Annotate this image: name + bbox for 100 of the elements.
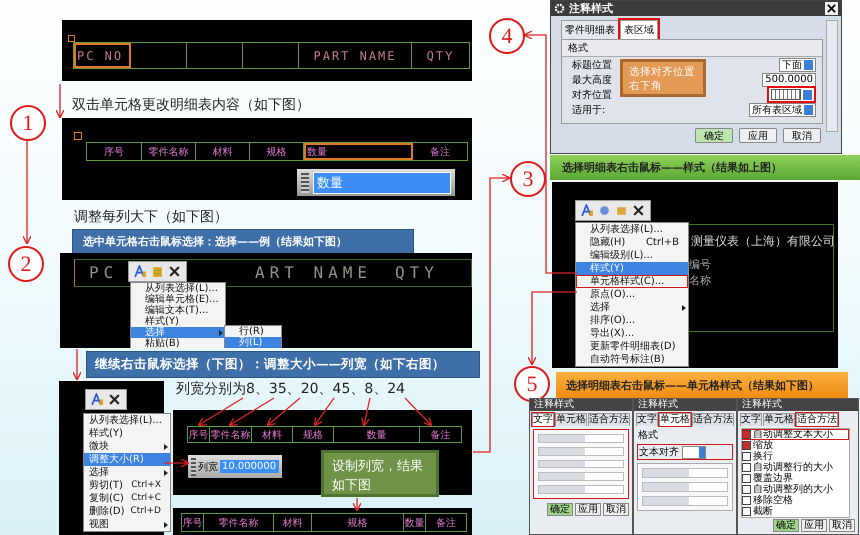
- menu-item[interactable]: 删除(D) Ctrl+D: [84, 505, 170, 518]
- close-button[interactable]: [825, 2, 838, 15]
- option-label: 自动调整行的大小: [753, 462, 833, 473]
- menu-item[interactable]: 自动符号标注(B): [576, 353, 688, 366]
- dialog-button[interactable]: 应用: [739, 128, 777, 143]
- option-label: 覆盖边界: [753, 473, 793, 484]
- menu-item[interactable]: 选择: [131, 327, 225, 338]
- close-icon: [827, 4, 836, 13]
- input-field[interactable]: 500.0000: [762, 72, 816, 86]
- table-cell: 规格: [293, 427, 334, 442]
- dropdown[interactable]: [682, 446, 706, 458]
- checkbox[interactable]: [742, 452, 751, 461]
- table-cell: 序号: [188, 427, 210, 442]
- dialog-title: 注释样式: [569, 1, 614, 16]
- table-cell: 数量: [304, 143, 413, 160]
- arrow: [314, 398, 335, 426]
- menu-item[interactable]: 调整大小(R): [84, 453, 170, 466]
- table-cell: 规格: [250, 143, 304, 160]
- column-width-field[interactable]: 列宽 10.000000: [188, 455, 282, 478]
- checkbox[interactable]: [742, 463, 751, 472]
- arrow: [266, 398, 300, 426]
- style-icon[interactable]: [581, 204, 594, 217]
- menu-item[interactable]: 行(R): [225, 326, 281, 337]
- step-number: 4: [489, 18, 525, 54]
- tab[interactable]: 文字: [532, 413, 554, 426]
- tab[interactable]: 单元格: [555, 413, 587, 426]
- tab[interactable]: 单元格: [659, 413, 691, 426]
- menu-item[interactable]: 样式(Y): [576, 262, 688, 275]
- close-icon[interactable]: [108, 393, 121, 406]
- menu-item[interactable]: 选择: [84, 466, 170, 479]
- caption: 调整每列大下（如下图）: [74, 208, 228, 226]
- table-cell: 数量: [404, 514, 426, 531]
- dialog-title: 注释样式: [634, 399, 736, 411]
- tab[interactable]: 适合方法: [588, 413, 630, 426]
- settings-icon: [554, 3, 565, 14]
- tab[interactable]: 文字: [636, 413, 658, 426]
- menu-item[interactable]: 列(L): [225, 337, 281, 348]
- menu-item[interactable]: 编辑单元格(E)...: [131, 294, 225, 305]
- table-cell: 材料: [274, 514, 312, 531]
- arrow: [72, 349, 82, 381]
- dialog-button[interactable]: 确定: [695, 128, 733, 143]
- menu-item[interactable]: 粘贴(B): [131, 338, 225, 348]
- dialog-button[interactable]: 取消: [783, 128, 821, 143]
- tab[interactable]: 零件明细表: [561, 20, 619, 39]
- dialog-button[interactable]: 取消: [603, 503, 629, 516]
- close-icon[interactable]: [632, 204, 645, 217]
- alignment-dropdown[interactable]: [767, 86, 816, 103]
- menu-item[interactable]: 复制(C) Ctrl+C: [84, 492, 170, 505]
- column-widths-note: 列宽分别为8、35、20、45、8、24: [176, 380, 406, 398]
- table-cell: 数量: [334, 427, 420, 442]
- section-header[interactable]: 格式: [562, 40, 822, 57]
- step-number: 1: [10, 105, 46, 141]
- arrow: [352, 498, 362, 512]
- dialog-button[interactable]: 应用: [801, 519, 827, 532]
- table-cell: 材料: [196, 143, 250, 160]
- style-icon[interactable]: [134, 265, 147, 278]
- menu-item[interactable]: 更新零件明细表(D): [576, 340, 688, 353]
- menu-item[interactable]: 从列表选择(L)...: [84, 414, 170, 427]
- table-cell: 序号: [87, 143, 142, 160]
- menu-item[interactable]: 剪切(T) Ctrl+X: [84, 479, 170, 492]
- tab[interactable]: 适合方法: [796, 413, 838, 426]
- option-label: 换行: [753, 451, 773, 462]
- tab[interactable]: 适合方法: [692, 413, 734, 426]
- field-label: 文本对齐: [639, 446, 679, 459]
- menu-item[interactable]: 样式(Y): [131, 316, 225, 327]
- instruction-banner: 选择明细表右击鼠标——单元格样式（结果如下图）: [556, 372, 848, 398]
- tab[interactable]: 单元格: [763, 413, 795, 426]
- dialog-button[interactable]: 应用: [575, 503, 601, 516]
- close-icon[interactable]: [168, 265, 181, 278]
- table-cell: 序号: [182, 514, 204, 531]
- arrow: [55, 84, 65, 119]
- dialog-button[interactable]: 确定: [547, 503, 573, 516]
- dropdown[interactable]: 所有表区域: [749, 102, 816, 116]
- field-label: 标题位置: [572, 58, 612, 72]
- menu-item[interactable]: 视图: [84, 518, 170, 531]
- tab[interactable]: 文字: [740, 413, 762, 426]
- menu-item[interactable]: 编辑文本(T)...: [131, 305, 225, 316]
- dialog-button[interactable]: 确定: [773, 519, 799, 532]
- tab[interactable]: 表区域: [620, 20, 658, 39]
- dialog-button[interactable]: 取消: [829, 519, 855, 532]
- table-cell-text: QTY: [426, 48, 456, 64]
- menu-item[interactable]: 样式(Y): [84, 427, 170, 440]
- checkbox[interactable]: [742, 507, 751, 516]
- checkbox[interactable]: [742, 441, 751, 450]
- option-label: 自动调整列的大小: [753, 484, 833, 495]
- table-cell: 零件名称: [204, 514, 274, 531]
- checkbox[interactable]: [742, 430, 751, 439]
- arrow: [198, 397, 244, 426]
- checkbox[interactable]: [742, 496, 751, 505]
- arrow: [164, 458, 190, 468]
- checkbox[interactable]: [742, 474, 751, 483]
- table-cell: 零件名称: [210, 427, 252, 442]
- submenu-arrow-icon: [164, 470, 168, 476]
- checkbox[interactable]: [742, 485, 751, 494]
- instruction-banner: 继续右击鼠标选择（下图）：调整大小——列宽（如下右图）: [86, 351, 480, 378]
- instruction-banner: 选择明细表右击鼠标——样式（结果如上图）: [550, 155, 860, 180]
- scrollbar[interactable]: [826, 20, 838, 132]
- instruction-banner: 选中单元格右击鼠标选择：选择——例（结果如下图）: [72, 229, 414, 254]
- dropdown[interactable]: 下面: [779, 58, 816, 72]
- style-icon[interactable]: [91, 393, 104, 406]
